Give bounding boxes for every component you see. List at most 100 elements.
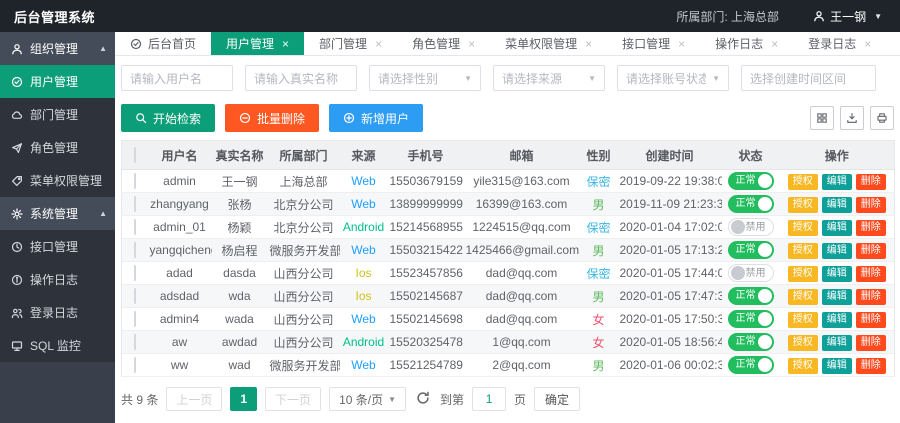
confirm-button[interactable]: 确定: [534, 387, 580, 411]
edit-button[interactable]: 编辑: [822, 358, 852, 374]
tab-close-icon[interactable]: ×: [771, 37, 778, 51]
auth-button[interactable]: 授权: [788, 266, 818, 282]
tab-close-icon[interactable]: ×: [678, 37, 685, 51]
tab-close-icon[interactable]: ×: [585, 37, 592, 51]
sidebar-item-用户管理[interactable]: 用户管理: [0, 65, 115, 98]
del-button[interactable]: 删除: [856, 220, 886, 236]
status-toggle[interactable]: 禁用: [728, 218, 774, 236]
sidebar-item-组织管理[interactable]: 组织管理▲: [0, 32, 115, 65]
edit-button[interactable]: 编辑: [822, 335, 852, 351]
row-checkbox[interactable]: [134, 311, 136, 327]
sidebar-item-部门管理[interactable]: 部门管理: [0, 98, 115, 131]
auth-button[interactable]: 授权: [788, 358, 818, 374]
tab-close-icon[interactable]: ×: [375, 37, 382, 51]
refresh-button[interactable]: [414, 391, 432, 408]
created-range-filter[interactable]: 选择创建时间区间: [741, 65, 876, 91]
status-toggle[interactable]: 正常: [728, 241, 774, 259]
status-toggle[interactable]: 正常: [728, 195, 774, 213]
status-toggle[interactable]: 正常: [728, 172, 774, 190]
gender-filter[interactable]: 请选择性别▼: [369, 65, 481, 91]
tab-用户管理[interactable]: 用户管理×: [211, 32, 304, 55]
caret-up-icon[interactable]: ▲: [99, 209, 107, 218]
edit-button[interactable]: 编辑: [822, 220, 852, 236]
del-button[interactable]: 删除: [856, 197, 886, 213]
user-menu[interactable]: 王一钢 ▼: [813, 8, 882, 25]
auth-button[interactable]: 授权: [788, 243, 818, 259]
page-size-select[interactable]: 10 条/页 ▼: [329, 387, 406, 411]
caret-up-icon[interactable]: ▲: [99, 44, 107, 53]
row-checkbox[interactable]: [134, 242, 136, 258]
auth-button[interactable]: 授权: [788, 197, 818, 213]
status-toggle[interactable]: 正常: [728, 287, 774, 305]
del-button[interactable]: 删除: [856, 174, 886, 190]
jump-page-input[interactable]: [472, 387, 506, 411]
sidebar-item-SQL 监控[interactable]: SQL 监控: [0, 329, 115, 362]
add-user-button[interactable]: 新增用户: [329, 104, 423, 132]
source-filter[interactable]: 请选择来源▼: [493, 65, 605, 91]
status-toggle[interactable]: 正常: [728, 356, 774, 374]
edit-button[interactable]: 编辑: [822, 197, 852, 213]
tab-部门管理[interactable]: 部门管理×: [304, 32, 397, 55]
print-tool-button[interactable]: [870, 106, 894, 130]
realname-filter[interactable]: 请输入真实名称: [245, 65, 357, 91]
del-button[interactable]: 删除: [856, 358, 886, 374]
email-cell: dad@qq.com: [464, 262, 580, 285]
tab-后台首页[interactable]: 后台首页: [115, 32, 211, 55]
tab-close-icon[interactable]: ×: [282, 37, 289, 51]
row-checkbox[interactable]: [134, 334, 136, 350]
export-tool-button[interactable]: [840, 106, 864, 130]
del-button[interactable]: 删除: [856, 289, 886, 305]
row-checkbox[interactable]: [134, 173, 136, 189]
edit-button[interactable]: 编辑: [822, 289, 852, 305]
tab-登录日志[interactable]: 登录日志 ×: [793, 32, 886, 55]
gender-value: 保密: [586, 175, 610, 189]
tab-SQL 监控[interactable]: SQL 监控×: [886, 32, 900, 55]
status-cell: 正常: [722, 285, 780, 308]
auth-button[interactable]: 授权: [788, 335, 818, 351]
del-button[interactable]: 删除: [856, 243, 886, 259]
sidebar-item-接口管理[interactable]: 接口管理: [0, 230, 115, 263]
row-checkbox[interactable]: [134, 288, 136, 304]
row-checkbox[interactable]: [134, 196, 136, 212]
toggle-knob: [731, 220, 745, 234]
sidebar-item-操作日志[interactable]: 操作日志: [0, 263, 115, 296]
auth-button[interactable]: 授权: [788, 220, 818, 236]
page-number-1[interactable]: 1: [230, 387, 257, 411]
status-toggle[interactable]: 正常: [728, 310, 774, 328]
next-page-button[interactable]: 下一页: [265, 387, 321, 411]
sidebar-item-登录日志[interactable]: 登录日志: [0, 296, 115, 329]
tab-label: 登录日志: [808, 35, 856, 52]
edit-button[interactable]: 编辑: [822, 312, 852, 328]
username-filter[interactable]: 请输入用户名: [121, 65, 233, 91]
row-checkbox[interactable]: [134, 357, 136, 373]
status-filter[interactable]: 请选择账号状态▼: [617, 65, 729, 91]
auth-button[interactable]: 授权: [788, 312, 818, 328]
tab-接口管理[interactable]: 接口管理×: [607, 32, 700, 55]
edit-button[interactable]: 编辑: [822, 266, 852, 282]
batch-delete-button[interactable]: 批量删除: [225, 104, 319, 132]
edit-button[interactable]: 编辑: [822, 243, 852, 259]
del-button[interactable]: 删除: [856, 312, 886, 328]
sidebar-item-系统管理[interactable]: 系统管理▲: [0, 197, 115, 230]
edit-button[interactable]: 编辑: [822, 174, 852, 190]
del-button[interactable]: 删除: [856, 335, 886, 351]
tab-close-icon[interactable]: ×: [468, 37, 475, 51]
status-toggle[interactable]: 禁用: [728, 264, 774, 282]
status-toggle[interactable]: 正常: [728, 333, 774, 351]
sidebar-item-角色管理[interactable]: 角色管理: [0, 131, 115, 164]
tab-操作日志[interactable]: 操作日志×: [700, 32, 793, 55]
select-all-checkbox[interactable]: [134, 147, 136, 163]
row-checkbox[interactable]: [134, 219, 136, 235]
del-button[interactable]: 删除: [856, 266, 886, 282]
tab-close-icon[interactable]: ×: [864, 37, 871, 51]
tab-菜单权限管理[interactable]: 菜单权限管理×: [490, 32, 607, 55]
row-checkbox[interactable]: [134, 265, 136, 281]
tab-角色管理[interactable]: 角色管理×: [397, 32, 490, 55]
auth-button[interactable]: 授权: [788, 289, 818, 305]
auth-button[interactable]: 授权: [788, 174, 818, 190]
sidebar-item-菜单权限管理[interactable]: 菜单权限管理: [0, 164, 115, 197]
prev-page-button[interactable]: 上一页: [166, 387, 222, 411]
search-button[interactable]: 开始检索: [121, 104, 215, 132]
toggle-knob: [758, 174, 772, 188]
columns-tool-button[interactable]: [810, 106, 834, 130]
